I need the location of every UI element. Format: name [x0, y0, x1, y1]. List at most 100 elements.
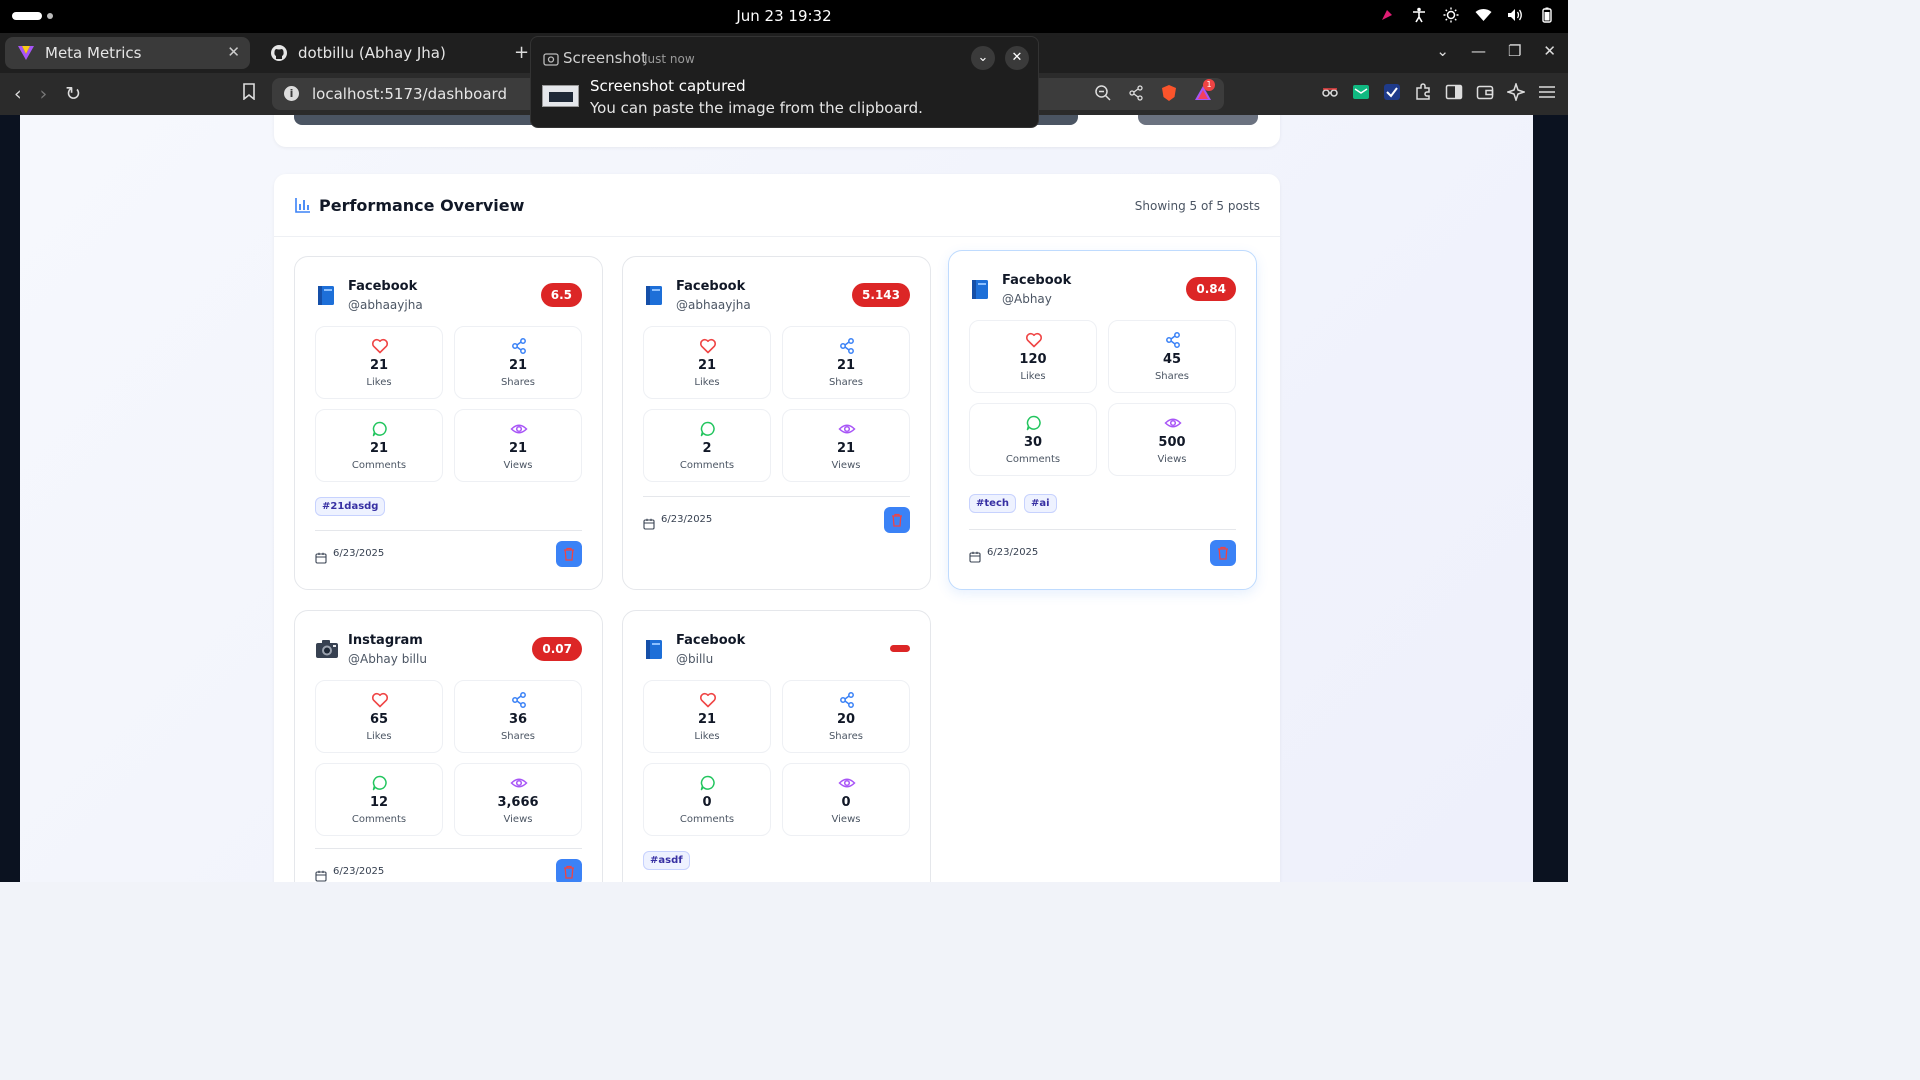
back-icon[interactable]: ‹ — [14, 83, 22, 105]
stat-views: 21 Views — [782, 409, 910, 482]
stat-likes-value: 120 — [1019, 352, 1047, 367]
brightness-icon[interactable] — [1442, 6, 1460, 24]
post-handle: @abhaayjha — [348, 298, 423, 312]
reload-icon[interactable]: ↻ — [65, 83, 81, 105]
brave-shield-icon[interactable] — [1160, 84, 1178, 106]
stat-views: 0 Views — [782, 763, 910, 836]
stat-comments-value: 0 — [702, 795, 712, 810]
stat-likes-label: Likes — [366, 731, 392, 742]
close-tab-icon[interactable]: ✕ — [227, 43, 240, 61]
calendar-icon — [315, 549, 327, 564]
post-card[interactable]: Facebook @Abhay 0.84 120 Likes 45 Shares 3… — [948, 250, 1257, 590]
zoom-icon[interactable] — [1094, 84, 1112, 106]
app-indicator-icon[interactable] — [1378, 6, 1396, 24]
post-platform: Instagram — [348, 633, 423, 648]
share-icon — [510, 337, 528, 355]
tab-github[interactable]: dotbillu (Abhay Jha) — [258, 37, 508, 69]
brave-rewards-icon[interactable]: 1 — [1194, 79, 1215, 106]
leo-ai-icon[interactable] — [1505, 81, 1527, 103]
post-tags: #21dasdg — [315, 497, 386, 516]
extensions-puzzle-icon[interactable] — [1414, 83, 1432, 101]
forward-icon[interactable]: › — [40, 83, 48, 105]
post-card[interactable]: Facebook @abhaayjha 6.5 21 Likes 21 Shares… — [294, 256, 603, 590]
expand-notification-icon[interactable]: ⌄ — [971, 46, 995, 70]
delete-post-button[interactable] — [884, 507, 910, 533]
share-page-icon[interactable] — [1128, 85, 1144, 105]
stat-shares-value: 21 — [836, 358, 856, 373]
heart-icon — [1025, 331, 1043, 349]
post-date: 6/23/2025 — [987, 547, 1039, 558]
eye-icon — [510, 774, 528, 792]
delete-post-button[interactable] — [1210, 540, 1236, 566]
stat-shares-value: 20 — [836, 712, 856, 727]
stat-views: 3,666 Views — [454, 763, 582, 836]
restore-icon[interactable]: ❐ — [1508, 42, 1521, 60]
stat-shares-value: 45 — [1162, 352, 1182, 367]
notification-title: Screenshot captured — [590, 77, 746, 95]
stat-shares: 20 Shares — [782, 680, 910, 753]
tab-meta-metrics[interactable]: Meta Metrics ✕ — [5, 37, 250, 69]
sidebar-toggle-icon[interactable] — [1445, 83, 1463, 101]
os-clock[interactable]: Jun 23 19:32 — [0, 7, 1568, 25]
close-notification-icon[interactable]: ✕ — [1005, 46, 1029, 70]
stat-comments-label: Comments — [1005, 454, 1061, 465]
delete-post-button[interactable] — [556, 859, 582, 882]
post-handle: @abhaayjha — [676, 298, 751, 312]
stat-likes-label: Likes — [366, 377, 392, 388]
stat-comments-label: Comments — [679, 460, 735, 471]
comment-icon — [699, 774, 717, 792]
eye-icon — [838, 774, 856, 792]
volume-icon[interactable] — [1506, 6, 1524, 24]
engagement-score-badge: 5.143 — [852, 283, 910, 307]
card-divider — [315, 530, 582, 531]
site-info-icon[interactable]: i — [284, 86, 299, 101]
heart-icon — [699, 337, 717, 355]
comment-icon — [699, 420, 717, 438]
post-platform: Facebook — [1002, 273, 1072, 288]
minimize-icon[interactable]: — — [1471, 42, 1486, 60]
hashtag[interactable]: #tech — [969, 494, 1016, 513]
url-text[interactable]: localhost:5173/dashboard — [312, 85, 507, 103]
post-card[interactable]: Facebook @abhaayjha 5.143 21 Likes 21 Shar… — [622, 256, 931, 590]
post-handle: @Abhay — [1002, 292, 1052, 306]
stat-likes-value: 21 — [697, 358, 717, 373]
nav-buttons: ‹ › ↻ — [14, 83, 81, 105]
comment-icon — [1025, 414, 1043, 432]
bookmark-icon[interactable] — [242, 83, 256, 105]
stat-shares: 36 Shares — [454, 680, 582, 753]
heart-icon — [371, 691, 389, 709]
performance-overview-panel: Performance Overview Showing 5 of 5 post… — [274, 174, 1280, 882]
post-card[interactable]: Instagram @Abhay billu 0.07 65 Likes 36 Sh… — [294, 610, 603, 882]
window-controls: ⌄ — ❐ ✕ — [1436, 42, 1556, 60]
delete-post-button[interactable] — [556, 541, 582, 567]
stat-comments: 0 Comments — [643, 763, 771, 836]
screenshot-notification[interactable]: Screenshot Just now Screenshot captured … — [530, 36, 1039, 128]
comment-icon — [371, 774, 389, 792]
system-tray[interactable] — [1378, 6, 1556, 24]
extension-check-icon[interactable] — [1383, 83, 1401, 101]
post-card[interactable]: Facebook @billu 21 Likes 20 Shares 0 Comm… — [622, 610, 931, 882]
heart-icon — [371, 337, 389, 355]
extension-glasses-icon[interactable] — [1321, 83, 1339, 101]
tab-list-chevron-icon[interactable]: ⌄ — [1436, 42, 1449, 60]
extension-mail-icon[interactable] — [1352, 83, 1370, 101]
calendar-icon — [315, 867, 327, 882]
heart-icon — [699, 691, 717, 709]
hashtag[interactable]: #ai — [1024, 494, 1057, 513]
stat-shares: 21 Shares — [782, 326, 910, 399]
wifi-icon[interactable] — [1474, 6, 1492, 24]
share-icon — [838, 691, 856, 709]
hashtag[interactable]: #21dasdg — [315, 497, 386, 516]
wallet-icon[interactable] — [1476, 83, 1494, 101]
menu-icon[interactable] — [1538, 83, 1556, 101]
new-tab-icon[interactable]: + — [514, 42, 529, 63]
accessibility-icon[interactable] — [1410, 6, 1428, 24]
battery-icon[interactable] — [1538, 6, 1556, 24]
eye-icon — [838, 420, 856, 438]
previous-section-button[interactable] — [1138, 115, 1258, 125]
stat-shares-value: 36 — [508, 712, 528, 727]
close-window-icon[interactable]: ✕ — [1543, 42, 1556, 60]
card-divider — [315, 848, 582, 849]
hashtag[interactable]: #asdf — [643, 851, 690, 870]
stat-comments: 21 Comments — [315, 409, 443, 482]
